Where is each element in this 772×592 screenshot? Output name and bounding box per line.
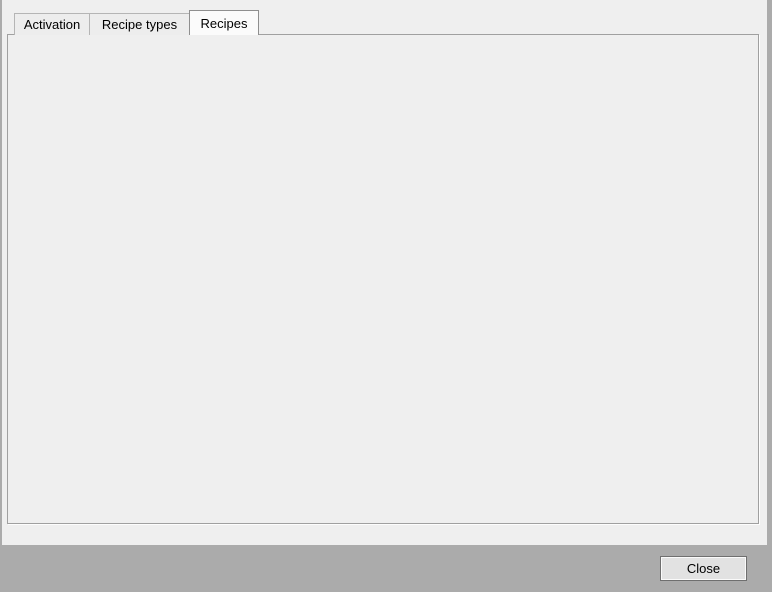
close-button[interactable]: Close xyxy=(660,556,747,581)
tab-recipe-types[interactable]: Recipe types xyxy=(89,13,190,35)
tab-recipes[interactable]: Recipes xyxy=(189,10,259,35)
tab-label: Recipe types xyxy=(102,17,177,32)
tab-label: Activation xyxy=(24,17,80,32)
tab-label: Recipes xyxy=(201,16,248,31)
tab-activation[interactable]: Activation xyxy=(14,13,90,35)
close-button-label: Close xyxy=(687,561,720,576)
recipes-tab-panel xyxy=(7,34,759,524)
recipes-dialog: Activation Recipe types Recipes Recipe t… xyxy=(0,0,772,592)
